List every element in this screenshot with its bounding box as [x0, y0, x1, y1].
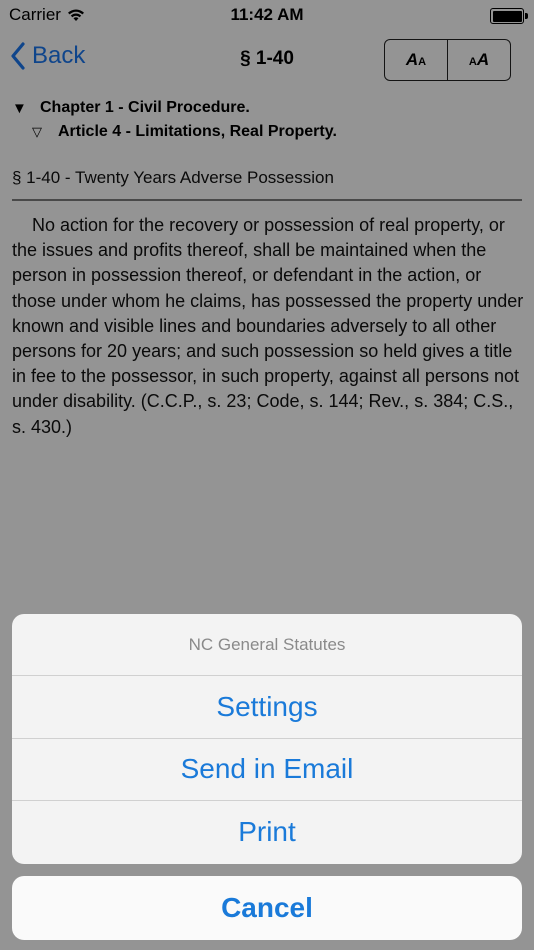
- action-sheet-title: NC General Statutes: [12, 614, 522, 676]
- action-sheet: NC General Statutes Settings Send in Ema…: [12, 614, 522, 864]
- send-email-button[interactable]: Send in Email: [12, 739, 522, 802]
- print-button[interactable]: Print: [12, 801, 522, 864]
- settings-button[interactable]: Settings: [12, 676, 522, 739]
- cancel-button[interactable]: Cancel: [12, 876, 522, 940]
